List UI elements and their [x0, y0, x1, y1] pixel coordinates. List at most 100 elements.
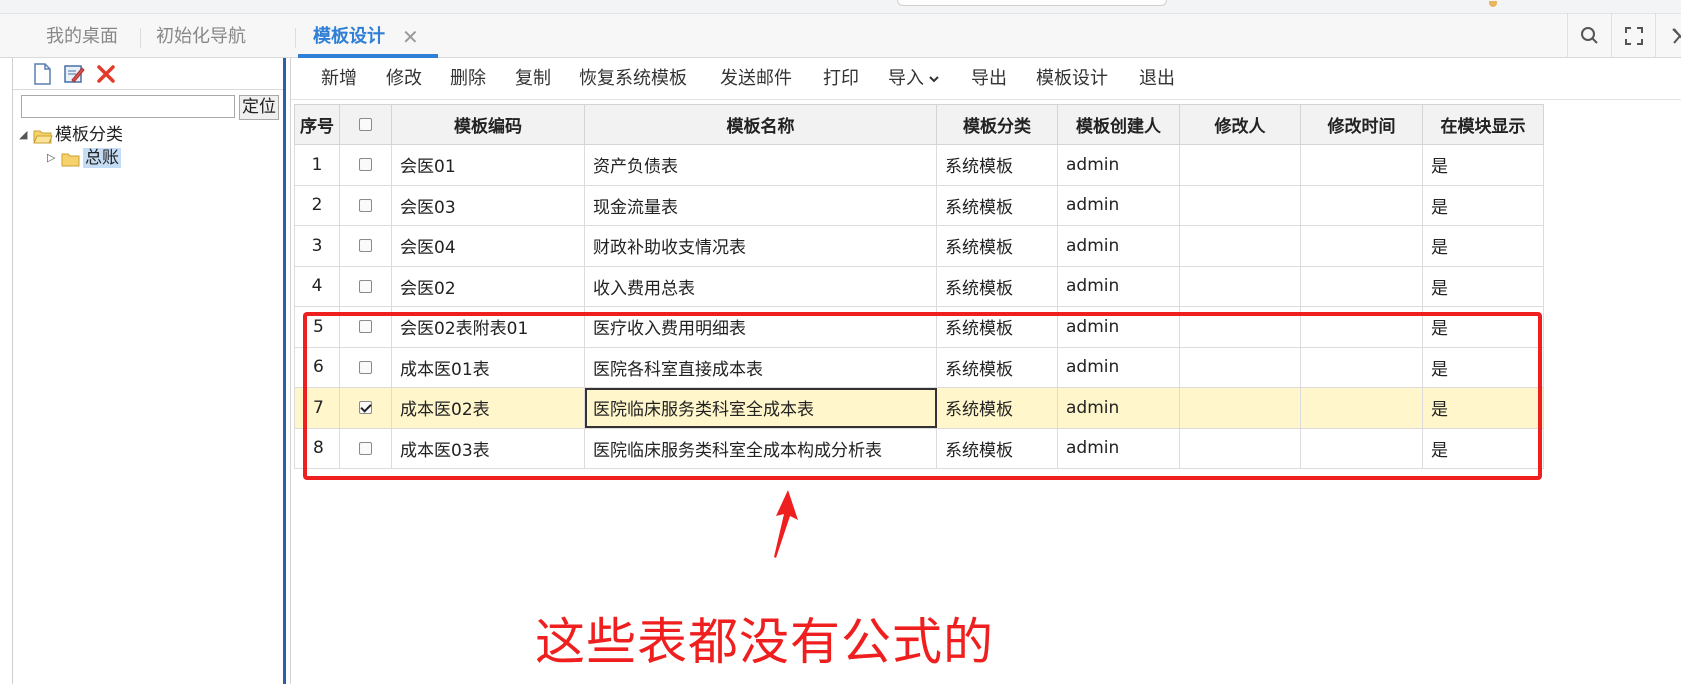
- cell-template-code[interactable]: 会医03: [391, 184, 585, 226]
- modify-button[interactable]: 修改: [386, 58, 422, 100]
- collapsed-triangle-icon[interactable]: ▷: [47, 147, 61, 169]
- annotation-arrow-icon: [774, 490, 798, 558]
- cell-modified-time[interactable]: [1300, 225, 1423, 267]
- cell-show-in-module[interactable]: 是: [1422, 225, 1544, 267]
- send-email-button[interactable]: 发送邮件: [720, 58, 792, 100]
- search-icon[interactable]: [1567, 14, 1611, 58]
- row-checkbox[interactable]: [359, 198, 372, 212]
- cell-seq[interactable]: 4: [294, 265, 340, 307]
- tab-template-design[interactable]: 模板设计: [309, 22, 389, 52]
- header-seq[interactable]: 序号: [294, 104, 340, 145]
- cell-show-in-module[interactable]: 是: [1422, 144, 1544, 186]
- restore-system-template-button[interactable]: 恢复系统模板: [579, 58, 687, 100]
- table-row[interactable]: 1 会医01 资产负债表 系统模板 admin 是: [294, 144, 1544, 186]
- tab-bar: 我的桌面 初始化导航 模板设计 ✕: [0, 14, 1681, 58]
- table-row[interactable]: 2 会医03 现金流量表 系统模板 admin 是: [294, 184, 1544, 226]
- header-template-code[interactable]: 模板编码: [391, 104, 585, 145]
- row-checkbox[interactable]: [359, 279, 372, 293]
- tree-label-general-ledger: 总账: [83, 148, 121, 168]
- cell-template-code[interactable]: 会医04: [391, 225, 585, 267]
- cell-template-name[interactable]: 财政补助收支情况表: [584, 225, 937, 267]
- cell-show-in-module[interactable]: 是: [1422, 265, 1544, 307]
- cell-seq[interactable]: 1: [294, 144, 340, 186]
- main-toolbar: 新增 修改 删除 复制 恢复系统模板 发送邮件 打印 导入 导出 模板设计 退出: [291, 58, 1681, 100]
- cell-template-creator[interactable]: admin: [1057, 225, 1180, 267]
- cell-template-code[interactable]: 会医01: [391, 144, 585, 186]
- new-doc-icon[interactable]: [31, 63, 53, 85]
- cell-checkbox[interactable]: [339, 184, 392, 226]
- cell-modified-time[interactable]: [1300, 184, 1423, 226]
- folder-open-icon: [33, 128, 53, 143]
- locate-button[interactable]: 定位: [239, 95, 279, 120]
- table-row[interactable]: 4 会医02 收入费用总表 系统模板 admin 是: [294, 265, 1544, 307]
- cell-seq[interactable]: 3: [294, 225, 340, 267]
- header-template-category[interactable]: 模板分类: [936, 104, 1058, 145]
- tree-node-general-ledger[interactable]: ▷ 总账: [47, 147, 121, 169]
- chevron-down-icon: [928, 58, 940, 100]
- cell-seq[interactable]: 2: [294, 184, 340, 226]
- header-modifier[interactable]: 修改人: [1179, 104, 1301, 145]
- copy-button[interactable]: 复制: [515, 58, 551, 100]
- cell-template-category[interactable]: 系统模板: [936, 144, 1058, 186]
- exit-button[interactable]: 退出: [1139, 58, 1175, 100]
- expanded-triangle-icon[interactable]: ◢: [19, 124, 33, 146]
- cell-modifier[interactable]: [1179, 144, 1301, 186]
- import-button[interactable]: 导入: [888, 58, 940, 100]
- cell-template-name[interactable]: 资产负债表: [584, 144, 937, 186]
- browser-top-strip: [0, 0, 1681, 14]
- fullscreen-icon[interactable]: [1611, 14, 1655, 58]
- tree-filter-input[interactable]: [21, 95, 235, 118]
- tree-node-root[interactable]: ◢ 模板分类: [19, 124, 123, 146]
- header-select-all[interactable]: [339, 104, 392, 145]
- cell-modified-time[interactable]: [1300, 144, 1423, 186]
- add-button[interactable]: 新增: [321, 58, 357, 100]
- extension-icon: [1489, 1, 1497, 7]
- address-bar-edge: [897, 0, 1167, 6]
- header-template-creator[interactable]: 模板创建人: [1057, 104, 1180, 145]
- cell-modifier[interactable]: [1179, 225, 1301, 267]
- print-button[interactable]: 打印: [823, 58, 859, 100]
- tab-init-nav[interactable]: 初始化导航: [152, 22, 250, 52]
- row-checkbox[interactable]: [359, 239, 372, 253]
- cell-template-category[interactable]: 系统模板: [936, 184, 1058, 226]
- cell-template-category[interactable]: 系统模板: [936, 225, 1058, 267]
- export-button[interactable]: 导出: [971, 58, 1007, 100]
- cell-checkbox[interactable]: [339, 225, 392, 267]
- delete-button[interactable]: 删除: [450, 58, 486, 100]
- cell-template-creator[interactable]: admin: [1057, 144, 1180, 186]
- template-design-button[interactable]: 模板设计: [1036, 58, 1108, 100]
- delete-icon[interactable]: [95, 63, 117, 85]
- panel-border: [290, 58, 291, 684]
- dummy: [0, 14, 27, 58]
- panel-splitter[interactable]: [283, 58, 286, 684]
- tree-label-root: 模板分类: [55, 125, 123, 145]
- annotation-highlight-box: [303, 312, 1542, 480]
- tab-my-desktop[interactable]: 我的桌面: [42, 22, 122, 52]
- header-template-name[interactable]: 模板名称: [584, 104, 937, 145]
- row-checkbox[interactable]: [359, 158, 372, 172]
- cell-checkbox[interactable]: [339, 265, 392, 307]
- edit-icon[interactable]: [63, 63, 85, 85]
- header-show-in-module[interactable]: 在模块显示: [1422, 104, 1544, 145]
- cell-modifier[interactable]: [1179, 184, 1301, 226]
- cell-template-category[interactable]: 系统模板: [936, 265, 1058, 307]
- header-modified-time[interactable]: 修改时间: [1300, 104, 1423, 145]
- cell-template-creator[interactable]: admin: [1057, 265, 1180, 307]
- table-header-row: 序号 模板编码 模板名称 模板分类 模板创建人 修改人 修改时间 在模块显示: [294, 104, 1544, 145]
- cell-template-creator[interactable]: admin: [1057, 184, 1180, 226]
- left-toolbar: [13, 58, 283, 90]
- cell-modifier[interactable]: [1179, 265, 1301, 307]
- cell-template-name[interactable]: 收入费用总表: [584, 265, 937, 307]
- cell-template-name[interactable]: 现金流量表: [584, 184, 937, 226]
- cell-template-code[interactable]: 会医02: [391, 265, 585, 307]
- cell-checkbox[interactable]: [339, 144, 392, 186]
- table-row[interactable]: 3 会医04 财政补助收支情况表 系统模板 admin 是: [294, 225, 1544, 267]
- cell-modified-time[interactable]: [1300, 265, 1423, 307]
- cell-show-in-module[interactable]: 是: [1422, 184, 1544, 226]
- close-icon[interactable]: [1655, 14, 1681, 58]
- folder-icon: [61, 151, 81, 166]
- tab-separator: [140, 28, 141, 48]
- select-all-checkbox[interactable]: [359, 118, 372, 131]
- tab-close-icon[interactable]: ✕: [402, 22, 419, 52]
- import-label: 导入: [888, 68, 924, 89]
